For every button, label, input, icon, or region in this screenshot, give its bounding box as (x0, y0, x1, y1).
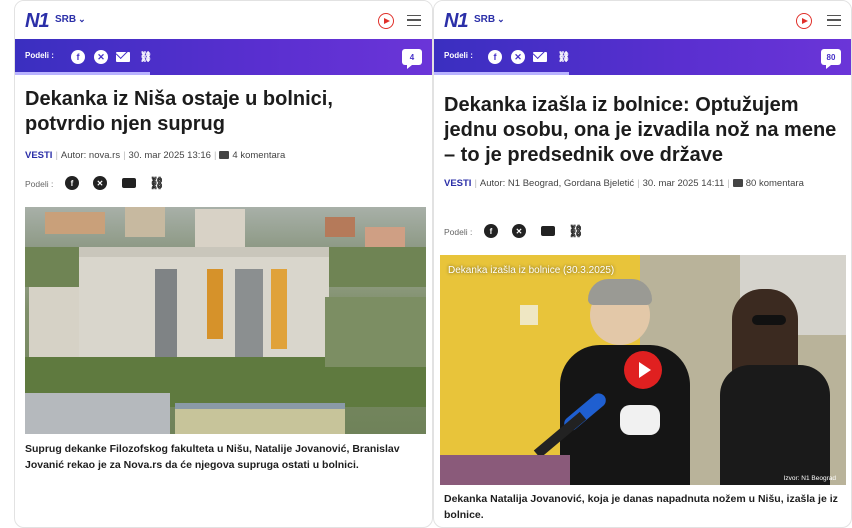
article-meta: VESTI | Autor: N1 Beograd, Gordana Bjeleti… (444, 178, 804, 189)
top-bar: N1 SRB ⌄ (15, 1, 432, 39)
chevron-down-icon: ⌄ (497, 14, 505, 24)
share-row: Podeli : f ✕ ⛓ (444, 224, 604, 240)
hamburger-menu-icon[interactable] (407, 15, 421, 26)
category-link[interactable]: VESTI (25, 150, 52, 161)
mail-icon[interactable] (533, 52, 547, 62)
author-name[interactable]: N1 Beograd, Gordana Bjeletić (508, 178, 634, 189)
live-play-icon[interactable] (796, 13, 812, 29)
play-button-icon[interactable] (624, 351, 662, 389)
publish-date: 30. mar 2025 14:11 (642, 178, 725, 189)
video-caption: Dekanka Natalija Jovanović, koja je dana… (444, 493, 838, 522)
author-label: Autor: (60, 150, 87, 161)
region-label: SRB (55, 14, 77, 25)
region-selector[interactable]: SRB ⌄ (474, 14, 505, 25)
comments-count[interactable]: 80 (746, 178, 757, 189)
comment-icon (732, 179, 743, 187)
share-bar: Podeli : f ✕ ⛓ 4 (15, 39, 432, 75)
share-row-label: Podeli : (25, 179, 54, 189)
share-label: Podeli : (444, 51, 473, 60)
article-panel-left: N1 SRB ⌄ Podeli : f ✕ ⛓ 4 Dekanka iz Niša… (14, 0, 433, 528)
article-headline: Dekanka iz Niša ostaje u bolnici, potvrd… (25, 88, 333, 135)
n1-logo[interactable]: N1 (25, 10, 50, 33)
author-name[interactable]: nova.rs (89, 150, 120, 161)
comment-count-badge[interactable]: 80 (821, 49, 841, 69)
mail-icon[interactable] (541, 226, 555, 236)
comment-icon (219, 151, 230, 159)
link-icon[interactable]: ⛓ (139, 50, 153, 64)
mail-icon[interactable] (116, 52, 130, 62)
share-bar: Podeli : f ✕ ⛓ 80 (434, 39, 851, 75)
share-bar-underline (15, 72, 150, 75)
article-meta: VESTI | Autor: nova.rs | 30. mar 2025 13:16 |… (25, 150, 286, 161)
region-selector[interactable]: SRB ⌄ (55, 14, 86, 25)
mail-icon[interactable] (122, 178, 136, 188)
facebook-icon[interactable]: f (484, 224, 498, 238)
share-row: Podeli : f ✕ ⛓ (25, 176, 185, 192)
hospital-photo (25, 207, 426, 434)
x-icon[interactable]: ✕ (511, 50, 525, 64)
comments-link[interactable]: 4 komentara (232, 150, 285, 161)
video-title: Dekanka izašla iz bolnice (30.3.2025) (448, 265, 615, 276)
facebook-icon[interactable]: f (488, 50, 502, 64)
video-player[interactable]: Dekanka izašla iz bolnice (30.3.2025) Iz… (440, 255, 846, 485)
top-bar: N1 SRB ⌄ (434, 1, 851, 39)
facebook-icon[interactable]: f (71, 50, 85, 64)
n1-logo[interactable]: N1 (444, 10, 469, 33)
publish-date: 30. mar 2025 13:16 (128, 150, 211, 161)
share-label: Podeli : (25, 51, 54, 60)
share-bar-underline (434, 72, 569, 75)
chevron-down-icon: ⌄ (78, 14, 86, 24)
category-link[interactable]: VESTI (444, 178, 471, 189)
share-row-label: Podeli : (444, 227, 473, 237)
article-headline: Dekanka izašla iz bolnice: Optužujem jed… (444, 94, 837, 166)
image-caption: Suprug dekanke Filozofskog fakulteta u N… (25, 443, 400, 472)
link-icon[interactable]: ⛓ (557, 50, 571, 64)
comment-count-badge[interactable]: 4 (402, 49, 422, 69)
link-icon[interactable]: ⛓ (149, 176, 164, 190)
facebook-icon[interactable]: f (65, 176, 79, 190)
comments-word[interactable]: komentara (759, 178, 804, 189)
x-icon[interactable]: ✕ (94, 50, 108, 64)
region-label: SRB (474, 14, 496, 25)
live-play-icon[interactable] (378, 13, 394, 29)
link-icon[interactable]: ⛓ (568, 224, 583, 238)
x-icon[interactable]: ✕ (512, 224, 526, 238)
author-label: Autor: (479, 178, 506, 189)
article-panel-right: N1 SRB ⌄ Podeli : f ✕ ⛓ 80 Dekanka izašla… (433, 0, 852, 528)
x-icon[interactable]: ✕ (93, 176, 107, 190)
hamburger-menu-icon[interactable] (827, 15, 841, 26)
video-source-credit: Izvor: N1 Beograd (783, 475, 836, 482)
